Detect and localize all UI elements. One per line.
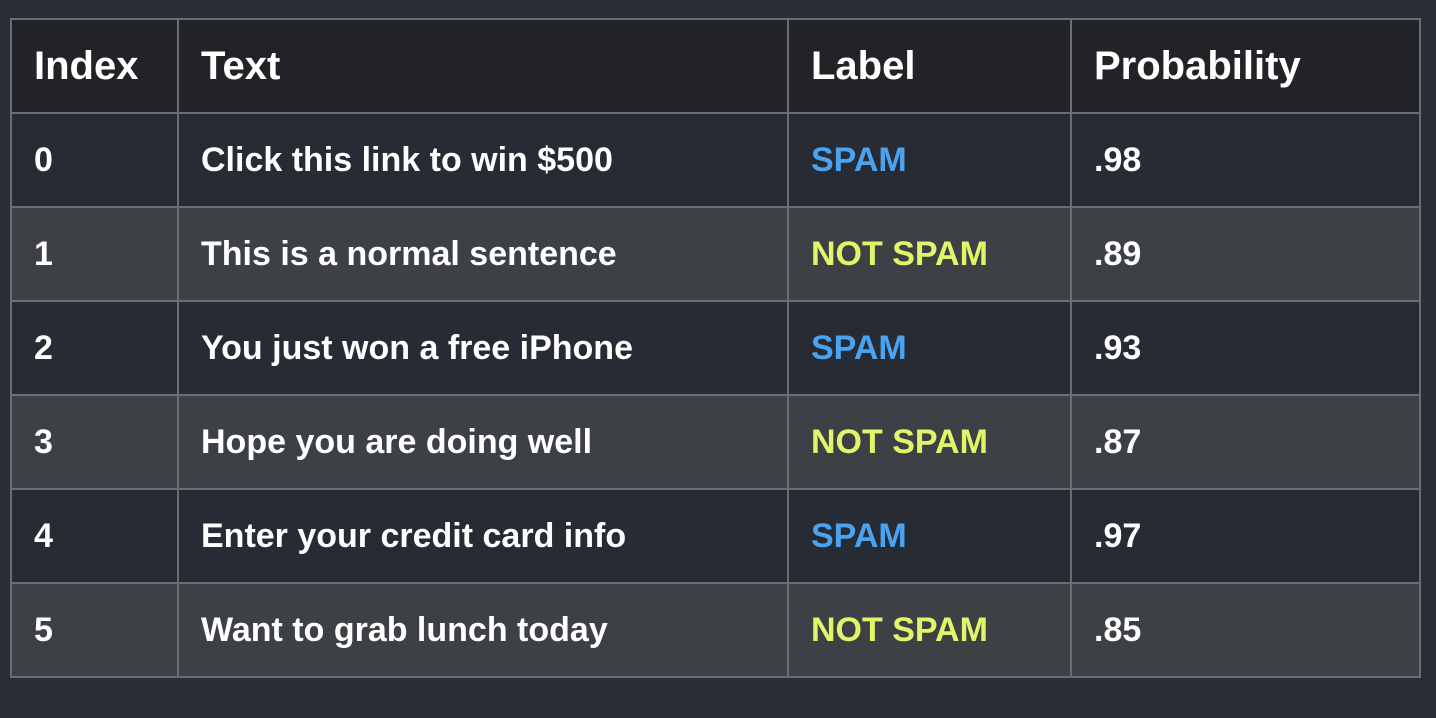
cell-probability: .87 bbox=[1070, 394, 1421, 490]
cell-label: NOT SPAM bbox=[787, 206, 1072, 302]
header-probability: Probability bbox=[1070, 18, 1421, 114]
cell-probability: .85 bbox=[1070, 582, 1421, 678]
header-row: Index Text Label Probability bbox=[10, 18, 1421, 114]
header-index: Index bbox=[10, 18, 179, 114]
cell-label: SPAM bbox=[787, 488, 1072, 584]
cell-probability: .89 bbox=[1070, 206, 1421, 302]
table-row: 5 Want to grab lunch today NOT SPAM .85 bbox=[10, 582, 1421, 678]
header-text: Text bbox=[177, 18, 789, 114]
cell-text: Hope you are doing well bbox=[177, 394, 789, 490]
table-row: 2 You just won a free iPhone SPAM .93 bbox=[10, 300, 1421, 396]
spam-results-table: Index Text Label Probability 0 Click thi… bbox=[10, 18, 1421, 678]
header-label: Label bbox=[787, 18, 1072, 114]
table-row: 0 Click this link to win $500 SPAM .98 bbox=[10, 112, 1421, 208]
table-row: 1 This is a normal sentence NOT SPAM .89 bbox=[10, 206, 1421, 302]
table-row: 3 Hope you are doing well NOT SPAM .87 bbox=[10, 394, 1421, 490]
cell-probability: .97 bbox=[1070, 488, 1421, 584]
cell-label: NOT SPAM bbox=[787, 394, 1072, 490]
cell-index: 5 bbox=[10, 582, 179, 678]
cell-label: SPAM bbox=[787, 300, 1072, 396]
cell-probability: .98 bbox=[1070, 112, 1421, 208]
cell-text: Click this link to win $500 bbox=[177, 112, 789, 208]
cell-text: Enter your credit card info bbox=[177, 488, 789, 584]
cell-probability: .93 bbox=[1070, 300, 1421, 396]
cell-text: You just won a free iPhone bbox=[177, 300, 789, 396]
cell-index: 1 bbox=[10, 206, 179, 302]
cell-index: 4 bbox=[10, 488, 179, 584]
cell-index: 3 bbox=[10, 394, 179, 490]
cell-text: This is a normal sentence bbox=[177, 206, 789, 302]
table-row: 4 Enter your credit card info SPAM .97 bbox=[10, 488, 1421, 584]
cell-index: 2 bbox=[10, 300, 179, 396]
cell-text: Want to grab lunch today bbox=[177, 582, 789, 678]
cell-label: NOT SPAM bbox=[787, 582, 1072, 678]
cell-label: SPAM bbox=[787, 112, 1072, 208]
cell-index: 0 bbox=[10, 112, 179, 208]
